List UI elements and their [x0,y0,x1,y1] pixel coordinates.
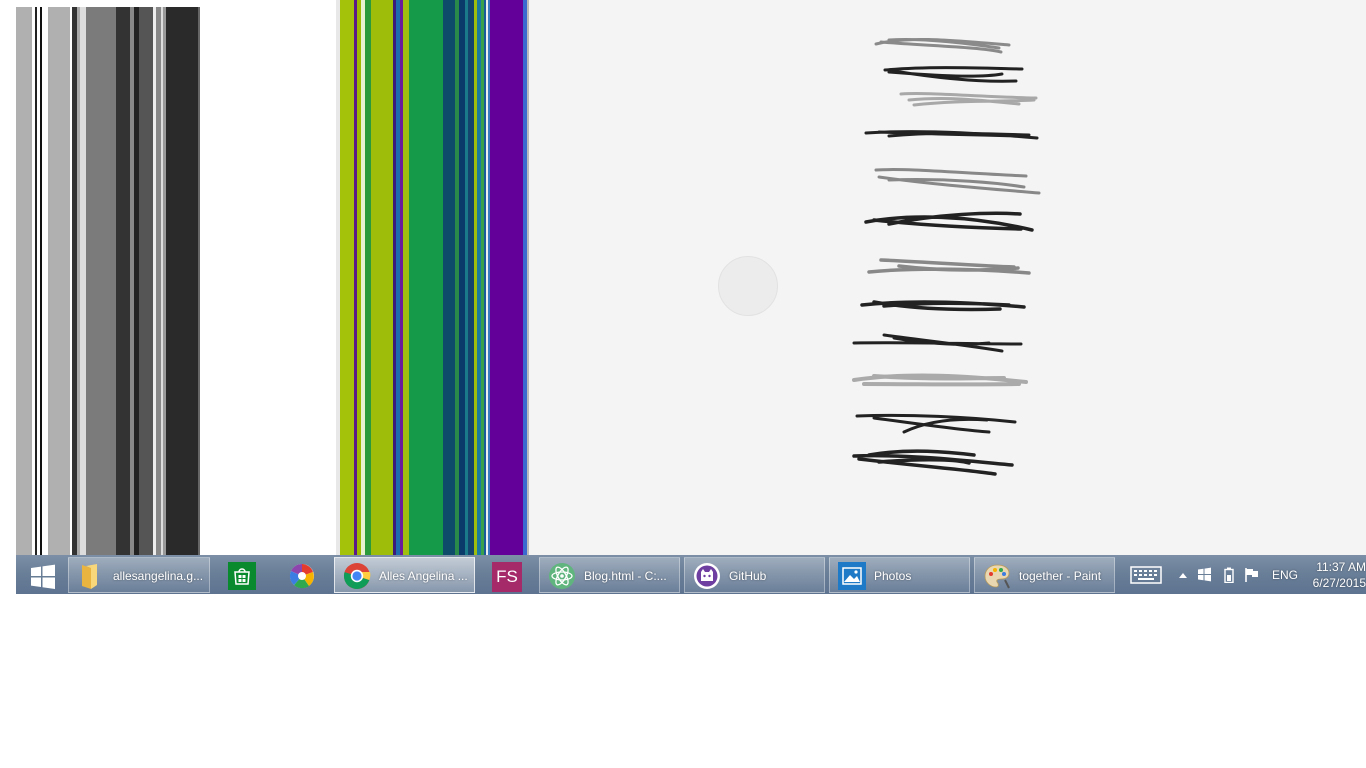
scribble-stroke [852,333,1023,353]
atom-icon [549,563,575,589]
fs-icon: FS [492,562,522,592]
taskbar-item-fs[interactable]: FS [479,557,535,593]
scribble-drawing [852,37,1041,476]
store-icon [228,562,256,590]
clock[interactable]: 11:37 AM 6/27/2015 [1313,559,1366,591]
scribble-stroke [852,449,1014,476]
clock-date: 6/27/2015 [1312,576,1366,590]
scribble-stroke [874,37,1011,54]
taskbar: allesangelina.g... Alles Angelina ... FS… [16,555,1366,594]
desktop-screen: allesangelina.g... Alles Angelina ... FS… [16,0,1366,594]
taskbar-item-paint[interactable]: together - Paint [974,557,1115,593]
taskbar-item-store[interactable] [214,557,270,593]
language-indicator[interactable]: ENG [1272,568,1298,582]
taskbar-item-photos[interactable]: Photos [829,557,970,593]
scribble-stroke [855,413,1017,434]
taskbar-item-atom[interactable]: Blog.html - C:... [539,557,680,593]
start-button[interactable] [18,557,66,593]
show-hidden-icons-icon[interactable] [1178,571,1188,579]
taskbar-item-label: together - Paint [1019,569,1102,583]
picasa-icon [289,563,314,589]
chrome-icon [343,563,371,590]
taskbar-item-label: Blog.html - C:... [584,569,667,583]
taskbar-item-github[interactable]: GitHub [684,557,825,593]
scribble-stroke [874,168,1041,195]
scribble-stroke [860,300,1026,312]
scribble-stroke [899,92,1038,107]
action-center-flag-icon[interactable] [1244,567,1260,583]
paint-canvas[interactable] [529,0,1366,555]
scribble-stroke [864,130,1039,140]
system-tray: ENG 11:37 AM 6/27/2015 [1120,555,1366,594]
taskbar-item-label: Alles Angelina ... [379,569,468,583]
folder-icon [82,564,97,589]
gray-stripe-image [16,7,200,555]
paint-icon [984,564,1010,589]
scribble-stroke [883,66,1024,83]
windows-small-icon[interactable] [1197,567,1212,582]
scribble-stroke [867,258,1031,275]
taskbar-item-chrome[interactable]: Alles Angelina ... [334,557,475,593]
scribble-stroke [852,373,1028,387]
photos-icon [838,562,866,590]
color-stripe-image [336,0,529,555]
taskbar-item-explorer[interactable]: allesangelina.g... [68,557,210,593]
taskbar-item-label: Photos [874,569,912,583]
battery-icon[interactable] [1224,567,1234,583]
clock-time: 11:37 AM [1316,560,1366,574]
keyboard-icon[interactable] [1130,566,1162,584]
scribble-stroke [864,211,1034,232]
windows-logo-icon [31,564,55,589]
taskbar-item-label: GitHub [729,569,767,583]
taskbar-item-picasa[interactable] [274,557,330,593]
taskbar-item-label: allesangelina.g... [113,569,204,583]
github-icon [694,563,720,589]
